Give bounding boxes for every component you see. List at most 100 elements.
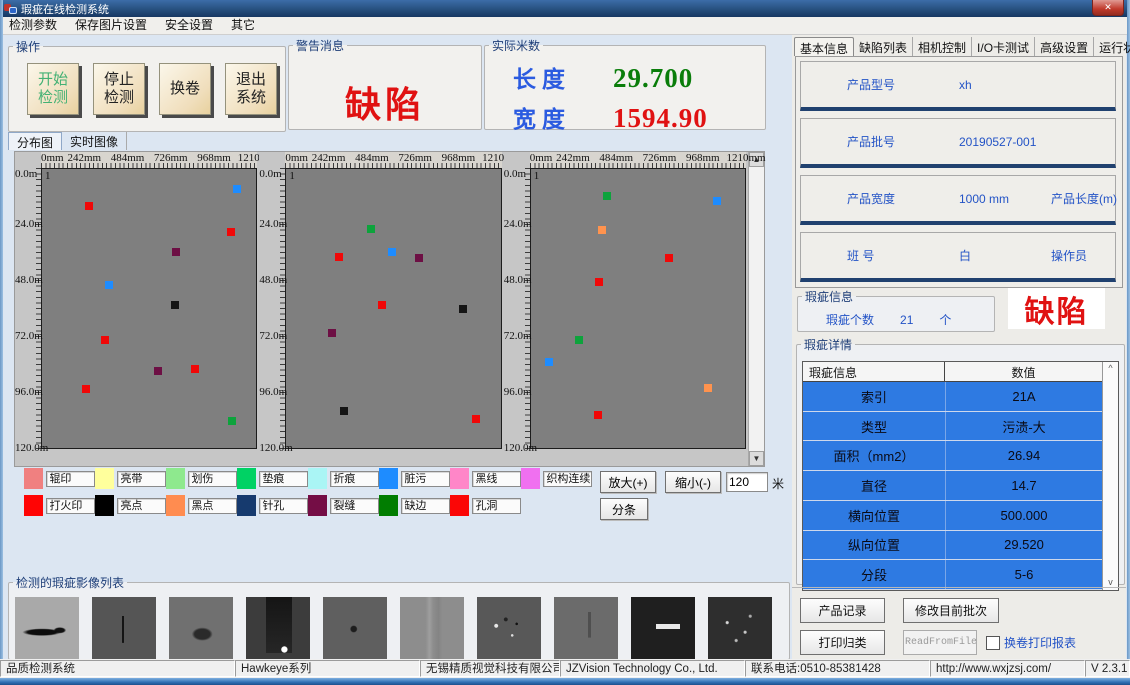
tab-基本信息[interactable]: 基本信息	[794, 37, 854, 56]
defect-marker-blue[interactable]	[713, 197, 721, 205]
x-tick-label: 242mm	[556, 152, 590, 164]
defect-marker-black[interactable]	[340, 407, 348, 415]
details-table-row[interactable]: 类型污渍-大	[803, 412, 1102, 442]
product-record-button[interactable]: 产品记录	[800, 598, 885, 623]
exit-system-button[interactable]: 退出系统	[225, 63, 277, 115]
modify-batch-button[interactable]: 修改目前批次	[903, 598, 999, 623]
defect-thumbnail[interactable]	[477, 597, 541, 661]
defect-marker-red[interactable]	[335, 253, 343, 261]
stop-detect-button[interactable]: 停止检测	[93, 63, 145, 115]
product-info-row: 产品批号20190527-001	[800, 118, 1116, 168]
defect-marker-purple[interactable]	[328, 329, 336, 337]
defect-marker-purple[interactable]	[172, 248, 180, 256]
details-table-row[interactable]: 直径14.7	[803, 471, 1102, 501]
defect-marker-green[interactable]	[367, 225, 375, 233]
legend-item: 亮点	[95, 495, 166, 516]
defect-marker-green[interactable]	[228, 417, 236, 425]
defect-marker-black[interactable]	[171, 301, 179, 309]
details-table-row[interactable]: 索引21A	[803, 382, 1102, 412]
defect-marker-green[interactable]	[603, 192, 611, 200]
defect-marker-red[interactable]	[101, 336, 109, 344]
tab-缺陷列表[interactable]: 缺陷列表	[854, 37, 913, 56]
change-roll-button[interactable]: 换卷	[159, 63, 211, 115]
defect-thumbnail[interactable]	[631, 597, 695, 661]
defect-thumbnail[interactable]	[92, 597, 156, 661]
defect-marker-black[interactable]	[459, 305, 467, 313]
print-report-checkbox[interactable]	[986, 636, 1000, 650]
legend-color-swatch	[95, 468, 114, 489]
defect-marker-red[interactable]	[378, 301, 386, 309]
start-detect-button[interactable]: 开始检测	[27, 63, 79, 115]
tab-live-image[interactable]: 实时图像	[62, 132, 127, 150]
read-from-file-button[interactable]: ReadFromFile-SIM	[903, 630, 977, 655]
close-button[interactable]: ✕	[1092, 0, 1124, 16]
tab-distribution-map[interactable]: 分布图	[8, 132, 62, 150]
scroll-up-icon[interactable]: ^	[1103, 362, 1118, 376]
defect-thumbnail[interactable]	[323, 597, 387, 661]
defect-marker-red[interactable]	[85, 202, 93, 210]
details-table-scrollbar[interactable]: ^ v	[1102, 362, 1118, 590]
menu-item[interactable]: 检测参数	[0, 17, 66, 34]
legend-label: 辊印	[46, 471, 95, 487]
menu-item[interactable]: 安全设置	[156, 17, 222, 34]
view-tabs: 分布图实时图像	[8, 132, 127, 150]
defect-marker-blue[interactable]	[105, 281, 113, 289]
defect-marker-purple[interactable]	[415, 254, 423, 262]
menu-item[interactable]: 保存图片设置	[66, 17, 156, 34]
defect-marker-blue[interactable]	[388, 248, 396, 256]
status-cell: V 2.3.1	[1085, 660, 1130, 677]
tab-高级设置[interactable]: 高级设置	[1035, 37, 1094, 56]
defect-thumbnail[interactable]	[554, 597, 618, 661]
defect-count-value: 21	[900, 313, 913, 327]
defect-marker-red[interactable]	[472, 415, 480, 423]
legend-color-swatch	[450, 468, 469, 489]
defect-marker-blue[interactable]	[545, 358, 553, 366]
defect-details-group-label: 瑕疵详情	[801, 336, 855, 353]
zoom-out-button[interactable]: 缩小(-)	[665, 471, 721, 493]
defect-thumbnail[interactable]	[400, 597, 464, 661]
y-tick-label: 0.0m	[259, 168, 281, 180]
defect-thumbnail[interactable]	[169, 597, 233, 661]
tab-I/O卡测试[interactable]: I/O卡测试	[972, 37, 1035, 56]
y-axis: 0.0m24.0m48.0m72.0m96.0m120.0m	[504, 168, 530, 464]
details-table-row[interactable]: 横向位置500.000	[803, 501, 1102, 531]
defect-marker-red[interactable]	[227, 228, 235, 236]
details-table-row[interactable]: 面积（mm2）26.94	[803, 441, 1102, 471]
split-button[interactable]: 分条	[600, 498, 648, 520]
tab-运行状态信息[interactable]: 运行状态信息	[1094, 37, 1130, 56]
defect-marker-orange[interactable]	[598, 226, 606, 234]
defect-marker-orange[interactable]	[704, 384, 712, 392]
legend-label: 织构连续	[543, 471, 592, 487]
defect-legend: 辊印亮带划伤垫痕折痕脏污黑线织构连续打火印亮点黑点针孔裂缝缺边孔洞	[24, 468, 592, 516]
defect-thumbnail[interactable]	[708, 597, 772, 661]
right-panel-tabs: 基本信息缺陷列表相机控制I/O卡测试高级设置运行状态信息	[794, 37, 1130, 56]
detail-name-cell: 面积（mm2）	[803, 441, 946, 470]
defect-marker-red[interactable]	[82, 385, 90, 393]
defect-thumbnail[interactable]	[15, 597, 79, 661]
meters-input[interactable]	[726, 472, 768, 492]
y-tick-label: 72.0m	[259, 330, 287, 342]
defect-marker-red[interactable]	[191, 365, 199, 373]
details-table-row[interactable]: 分段5-6	[803, 560, 1102, 590]
legend-label: 亮带	[117, 471, 166, 487]
scatter-panel: 0mm242mm484mm726mm968mm1210mm0.0m24.0m48…	[504, 152, 748, 466]
menu-item[interactable]: 其它	[222, 17, 264, 34]
legend-label: 脏污	[401, 471, 450, 487]
print-classify-button[interactable]: 打印归类	[800, 630, 885, 655]
defect-marker-green[interactable]	[575, 336, 583, 344]
defect-info-group-label: 瑕疵信息	[802, 288, 856, 305]
defect-marker-red[interactable]	[594, 411, 602, 419]
y-tick-label: 0.0m	[504, 168, 526, 180]
chart-vertical-scrollbar[interactable]: ▲▼	[748, 152, 764, 466]
defect-marker-red[interactable]	[665, 254, 673, 262]
zoom-in-button[interactable]: 放大(+)	[600, 471, 656, 493]
defect-marker-purple[interactable]	[154, 367, 162, 375]
details-table-row[interactable]: 纵向位置29.520	[803, 531, 1102, 561]
defect-thumbnail[interactable]	[246, 597, 310, 661]
defect-marker-blue[interactable]	[233, 185, 241, 193]
defect-image-list-group: 检测的瑕疵影像列表	[8, 574, 790, 660]
defect-marker-red[interactable]	[595, 278, 603, 286]
scroll-down-icon[interactable]: ▼	[749, 451, 764, 466]
tab-相机控制[interactable]: 相机控制	[913, 37, 972, 56]
field-value: 1000 mm	[959, 192, 1051, 206]
